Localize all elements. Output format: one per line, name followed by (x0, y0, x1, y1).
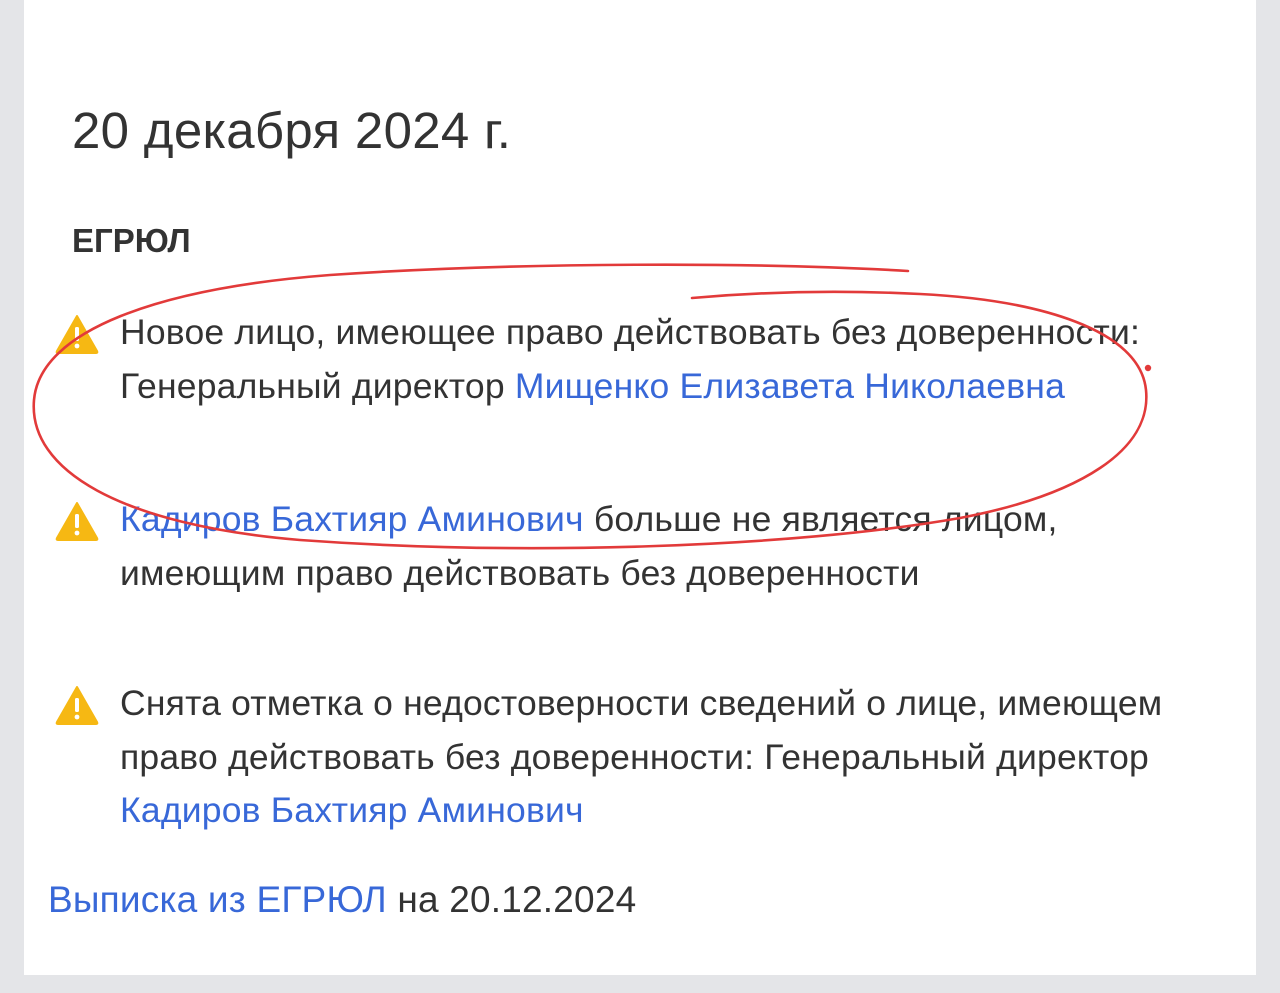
person-link[interactable]: Мищенко Елизавета Николаевна (515, 366, 1065, 406)
warning-icon (55, 502, 99, 541)
person-link[interactable]: Кадиров Бахтияр Аминович (120, 499, 584, 539)
warning-icon (55, 315, 99, 354)
event-description: Новое лицо, имеющее право действовать бе… (120, 306, 1185, 413)
warning-icon (55, 686, 99, 725)
extract-date-text: на 20.12.2024 (386, 879, 637, 920)
egrul-extract-link[interactable]: Выписка из ЕГРЮЛ (48, 879, 387, 920)
source-heading: ЕГРЮЛ (72, 222, 191, 259)
extract-footer: Выписка из ЕГРЮЛ на 20.12.2024 (48, 873, 636, 927)
person-link[interactable]: Кадиров Бахтияр Аминович (120, 790, 584, 830)
event-description: Снята отметка о недостоверности сведений… (120, 677, 1185, 838)
event-text: Снята отметка о недостоверности сведений… (120, 683, 1163, 777)
event-description: Кадиров Бахтияр Аминович больше не являе… (120, 493, 1185, 600)
event-date-heading: 20 декабря 2024 г. (72, 102, 512, 159)
event-item: Кадиров Бахтияр Аминович больше не являе… (55, 493, 1185, 600)
event-item: Снята отметка о недостоверности сведений… (55, 677, 1185, 838)
event-item: Новое лицо, имеющее право действовать бе… (55, 306, 1185, 413)
